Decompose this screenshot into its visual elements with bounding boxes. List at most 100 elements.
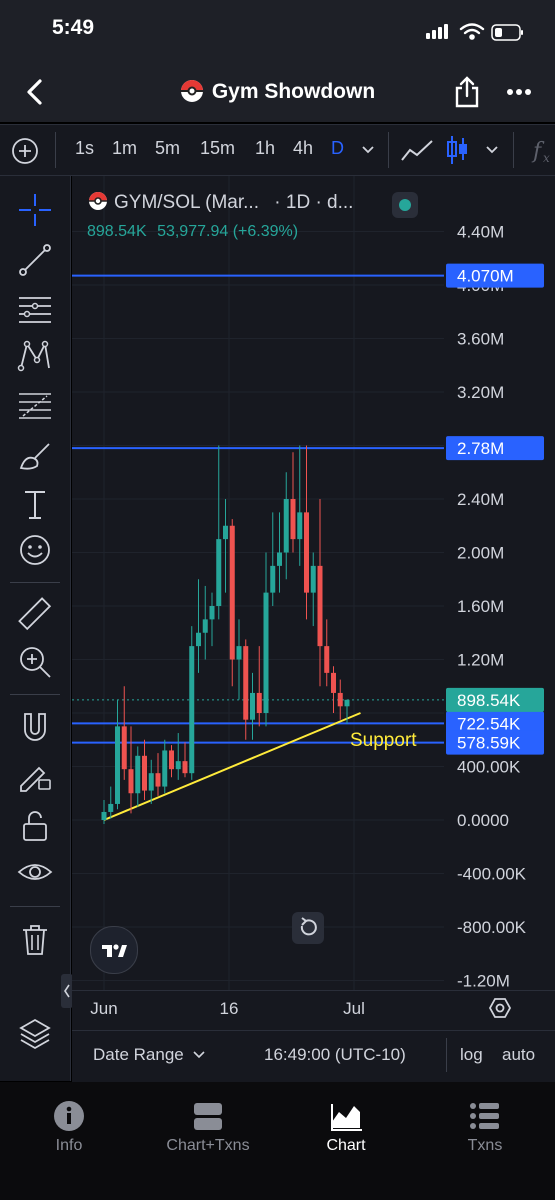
candle-body bbox=[108, 803, 114, 812]
candle-body bbox=[182, 761, 188, 774]
candle-body bbox=[162, 750, 168, 787]
tradingview-logo[interactable] bbox=[90, 926, 138, 974]
candle[interactable] bbox=[108, 786, 114, 819]
candle[interactable] bbox=[236, 619, 242, 700]
candle-body bbox=[175, 761, 181, 770]
candle-body bbox=[256, 692, 262, 713]
candle[interactable] bbox=[209, 592, 215, 647]
date-range-button[interactable]: Date Range bbox=[93, 1045, 206, 1065]
candle[interactable] bbox=[202, 585, 208, 660]
tab-info-label: Info bbox=[55, 1137, 83, 1154]
candle[interactable] bbox=[229, 519, 235, 687]
y-tick-label: 2.00M bbox=[457, 544, 504, 563]
candle[interactable] bbox=[196, 579, 201, 673]
candle-body bbox=[304, 512, 309, 593]
chart-tab-icon bbox=[331, 1104, 362, 1131]
market-open-dot-icon bbox=[399, 199, 411, 211]
tab-txns[interactable]: Txns bbox=[425, 1100, 545, 1155]
candle-body bbox=[337, 692, 343, 707]
y-tick-label: 2.40M bbox=[457, 490, 504, 509]
candle[interactable] bbox=[277, 512, 282, 593]
candle-body bbox=[202, 619, 208, 633]
y-tick-label: -800.00K bbox=[457, 918, 527, 937]
candle[interactable] bbox=[216, 445, 222, 620]
candle-body bbox=[115, 726, 120, 804]
candle[interactable] bbox=[128, 726, 134, 814]
tab-chart[interactable]: Chart bbox=[286, 1100, 406, 1155]
last-price-label: 898.54K bbox=[457, 691, 521, 710]
candle[interactable] bbox=[189, 626, 195, 780]
legend-change: 53,977.94 (+6.39%) bbox=[157, 223, 299, 240]
candle-body bbox=[331, 672, 336, 693]
candle[interactable] bbox=[283, 472, 289, 580]
candle[interactable] bbox=[297, 445, 303, 566]
log-scale-toggle[interactable]: log bbox=[460, 1045, 483, 1065]
candlestick-chart[interactable]: Support 4.40M4.00M3.60M3.20M2.80M2.40M2.… bbox=[0, 0, 555, 1200]
candle[interactable] bbox=[310, 552, 316, 627]
horizontal-line-price-label: 2.78M bbox=[457, 439, 504, 458]
candle-body bbox=[101, 811, 107, 820]
candle[interactable] bbox=[263, 552, 269, 727]
candle[interactable] bbox=[250, 672, 255, 740]
tradingview-logo-icon bbox=[102, 944, 127, 957]
candle[interactable] bbox=[162, 739, 168, 794]
candle[interactable] bbox=[182, 742, 188, 778]
candle-body bbox=[290, 499, 296, 540]
candle[interactable] bbox=[256, 646, 262, 727]
bottom-bar-divider bbox=[446, 1038, 447, 1072]
candle[interactable] bbox=[243, 639, 249, 740]
timezone-clock[interactable]: 16:49:00 (UTC-10) bbox=[264, 1045, 406, 1065]
candle[interactable] bbox=[135, 746, 141, 807]
x-tick-label: 16 bbox=[220, 999, 239, 1018]
symbol-legend[interactable]: GYM/SOL (Mar... · 1D · d... bbox=[88, 191, 353, 214]
candle-body bbox=[310, 565, 316, 593]
candle[interactable] bbox=[331, 666, 336, 713]
pokeball-icon bbox=[89, 192, 107, 210]
tab-chart-label: Chart bbox=[326, 1137, 366, 1154]
candle-body bbox=[270, 565, 276, 593]
y-tick-label: -400.00K bbox=[457, 865, 527, 884]
reset-chart-button[interactable] bbox=[292, 912, 324, 944]
tab-txns-label: Txns bbox=[467, 1137, 503, 1154]
date-range-label: Date Range bbox=[93, 1045, 184, 1064]
candle-body bbox=[344, 699, 350, 707]
tab-chart-txns[interactable]: Chart+Txns bbox=[148, 1100, 268, 1155]
horizontal-line-price-label: 4.070M bbox=[457, 267, 514, 286]
time-axis-settings-icon[interactable] bbox=[488, 996, 512, 1020]
candle[interactable] bbox=[155, 753, 161, 796]
candle[interactable] bbox=[337, 679, 343, 720]
legend-status-badge[interactable] bbox=[392, 192, 418, 218]
y-tick-label: 1.20M bbox=[457, 651, 504, 670]
y-tick-label: -1.20M bbox=[457, 972, 510, 991]
candle[interactable] bbox=[317, 499, 323, 687]
candle[interactable] bbox=[223, 499, 228, 593]
candle-body bbox=[263, 592, 269, 713]
tab-info[interactable]: Info bbox=[9, 1100, 129, 1155]
candle[interactable] bbox=[175, 733, 181, 780]
legend-symbol: GYM/SOL (Mar... bbox=[114, 192, 259, 213]
candle-body bbox=[229, 525, 235, 660]
tab-chart-txns-label: Chart+Txns bbox=[166, 1137, 250, 1154]
candle[interactable] bbox=[304, 445, 309, 620]
candle-body bbox=[148, 773, 154, 791]
y-tick-label: 1.60M bbox=[457, 597, 504, 616]
candle[interactable] bbox=[270, 512, 276, 606]
candle[interactable] bbox=[324, 619, 330, 687]
reset-icon bbox=[300, 917, 317, 936]
legend-interval: · 1D · d... bbox=[274, 192, 354, 213]
candle-body bbox=[216, 539, 222, 606]
candle[interactable] bbox=[290, 452, 296, 553]
candle-body bbox=[317, 565, 323, 647]
candle[interactable] bbox=[115, 699, 120, 810]
candle-body bbox=[135, 755, 141, 794]
y-tick-label: 0.0000 bbox=[457, 811, 509, 830]
chevron-down-icon bbox=[193, 1051, 206, 1059]
y-tick-label: 4.40M bbox=[457, 223, 504, 242]
candle-body bbox=[196, 632, 201, 647]
y-tick-label: 400.00K bbox=[457, 758, 521, 777]
candle[interactable] bbox=[142, 739, 147, 800]
y-tick-label: 3.60M bbox=[457, 330, 504, 349]
candle[interactable] bbox=[169, 745, 174, 778]
auto-scale-toggle[interactable]: auto bbox=[502, 1045, 535, 1065]
candle-body bbox=[283, 499, 289, 553]
